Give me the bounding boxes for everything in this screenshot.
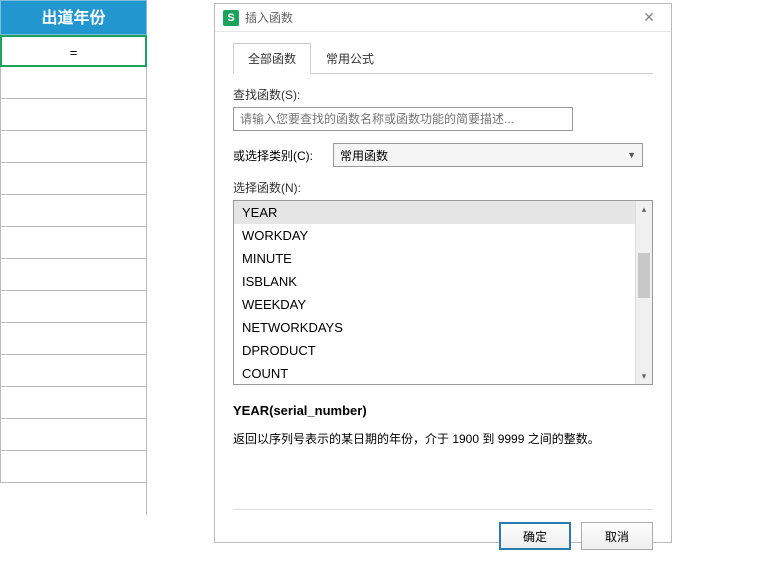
ok-button[interactable]: 确定 — [499, 522, 571, 550]
scrollbar[interactable]: ▴ ▾ — [635, 201, 652, 384]
cell[interactable] — [0, 227, 147, 259]
dialog-title: 插入函数 — [245, 9, 635, 26]
cell[interactable] — [0, 387, 147, 419]
function-listbox: YEAR WORKDAY MINUTE ISBLANK WEEKDAY NETW… — [233, 200, 653, 385]
scroll-thumb[interactable] — [638, 253, 650, 298]
list-item[interactable]: DPRODUCT — [234, 339, 635, 362]
cell[interactable] — [0, 291, 147, 323]
category-label: 或选择类别(C): — [233, 147, 333, 164]
cell[interactable] — [0, 99, 147, 131]
scroll-down-icon[interactable]: ▾ — [636, 368, 652, 384]
select-function-label: 选择函数(N): — [233, 179, 653, 196]
cell[interactable] — [0, 483, 147, 515]
category-select[interactable]: 常用函数 ▼ — [333, 143, 643, 167]
list-item[interactable]: COUNT — [234, 362, 635, 384]
function-syntax: YEAR(serial_number) — [233, 403, 653, 418]
cell[interactable] — [0, 67, 147, 99]
chevron-down-icon: ▼ — [627, 150, 636, 160]
category-value: 常用函数 — [340, 147, 388, 164]
list-item[interactable]: MINUTE — [234, 247, 635, 270]
list-item[interactable]: YEAR — [234, 201, 635, 224]
cell[interactable] — [0, 451, 147, 483]
tab-all-functions[interactable]: 全部函数 — [233, 43, 311, 74]
list-item[interactable]: ISBLANK — [234, 270, 635, 293]
app-icon: S — [223, 10, 239, 26]
tab-common-formulas[interactable]: 常用公式 — [311, 43, 389, 74]
search-label: 查找函数(S): — [233, 86, 653, 103]
function-description: 返回以序列号表示的某日期的年份，介于 1900 到 9999 之间的整数。 — [233, 430, 653, 449]
cell[interactable] — [0, 131, 147, 163]
cell[interactable] — [0, 355, 147, 387]
cell[interactable] — [0, 163, 147, 195]
list-item[interactable]: NETWORKDAYS — [234, 316, 635, 339]
cell[interactable] — [0, 419, 147, 451]
close-icon[interactable]: ✕ — [635, 9, 663, 26]
active-cell[interactable]: = — [0, 35, 147, 67]
column-header[interactable]: 出道年份 — [0, 0, 147, 35]
cell[interactable] — [0, 323, 147, 355]
search-input[interactable] — [233, 107, 573, 131]
spreadsheet-column: 出道年份 = — [0, 0, 147, 515]
cell[interactable] — [0, 195, 147, 227]
insert-function-dialog: S 插入函数 ✕ 全部函数 常用公式 查找函数(S): 或选择类别(C): 常用… — [214, 3, 672, 543]
tabs: 全部函数 常用公式 — [233, 42, 653, 74]
scroll-up-icon[interactable]: ▴ — [636, 201, 652, 217]
cell[interactable] — [0, 259, 147, 291]
titlebar[interactable]: S 插入函数 ✕ — [215, 4, 671, 32]
list-item[interactable]: WORKDAY — [234, 224, 635, 247]
cancel-button[interactable]: 取消 — [581, 522, 653, 550]
list-item[interactable]: WEEKDAY — [234, 293, 635, 316]
